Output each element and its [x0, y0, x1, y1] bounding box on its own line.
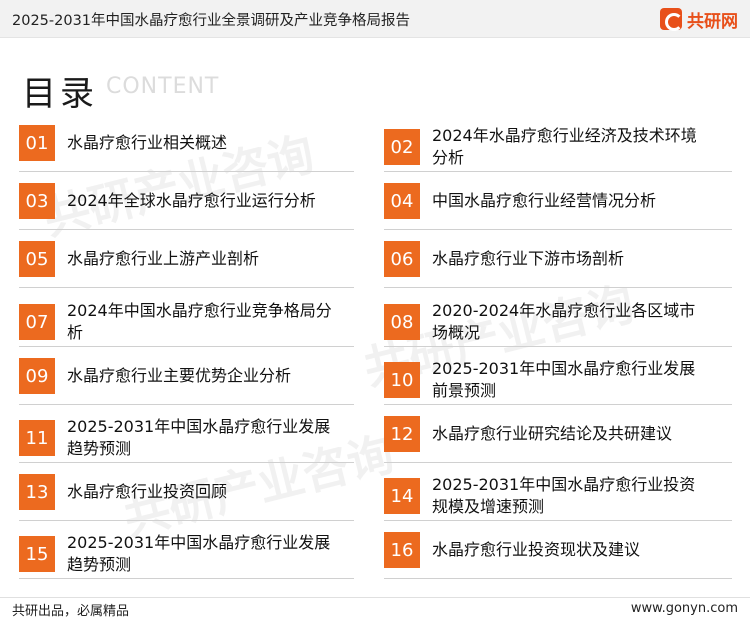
document-title: 2025-2031年中国水晶疗愈行业全景调研及产业竞争格局报告 [12, 13, 411, 29]
toc-entry-number: 14 [384, 478, 420, 514]
toc-entry-number: 03 [19, 183, 55, 219]
toc-entry[interactable]: 04 中国水晶疗愈行业经营情况分析 [384, 183, 734, 219]
toc-entry-label: 水晶疗愈行业投资现状及建议 [432, 540, 641, 559]
toc-entry-underline [19, 462, 354, 463]
toc-entry[interactable]: 16 水晶疗愈行业投资现状及建议 [384, 532, 734, 568]
toc-entry-label: 水晶疗愈行业主要优势企业分析 [67, 366, 292, 385]
toc-entry-number: 04 [384, 183, 420, 219]
toc-entry-number: 05 [19, 241, 55, 277]
toc-entry-number: 02 [384, 129, 420, 165]
toc-entry[interactable]: 08 2020-2024年水晶疗愈行业各区域市场概况 [384, 300, 734, 344]
toc-entry[interactable]: 11 2025-2031年中国水晶疗愈行业发展趋势预测 [19, 416, 349, 460]
brand-logo: 共研网 [660, 6, 738, 32]
toc-entry-underline [19, 346, 354, 347]
toc-entry-number: 08 [384, 304, 420, 340]
toc-entry-underline [384, 404, 732, 405]
brand-logo-icon [660, 8, 683, 31]
toc-entry-underline [384, 229, 732, 230]
toc-entry-underline [19, 578, 354, 579]
toc-entry-number: 07 [19, 304, 55, 340]
toc-entry-underline [19, 229, 354, 230]
toc-entry-underline [384, 171, 732, 172]
toc-entry[interactable]: 05 水晶疗愈行业上游产业剖析 [19, 241, 349, 277]
toc-entry-label: 2025-2031年中国水晶疗愈行业发展前景预测 [432, 359, 696, 400]
toc-entry-number: 10 [384, 362, 420, 398]
toc-entry-underline [19, 287, 354, 288]
toc-entry-number: 01 [19, 125, 55, 161]
footer-website: www.gonyn.com [630, 601, 738, 616]
toc-entry[interactable]: 12 水晶疗愈行业研究结论及共研建议 [384, 416, 734, 452]
toc-entry[interactable]: 15 2025-2031年中国水晶疗愈行业发展趋势预测 [19, 532, 349, 576]
toc-entry-label: 2024年中国水晶疗愈行业竞争格局分析 [67, 301, 332, 342]
toc-entry-underline [384, 346, 732, 347]
toc-entry-label: 2020-2024年水晶疗愈行业各区域市场概况 [432, 301, 696, 342]
toc-entry-underline [384, 462, 732, 463]
toc-entry-number: 12 [384, 416, 420, 452]
toc-entry[interactable]: 09 水晶疗愈行业主要优势企业分析 [19, 358, 349, 394]
toc-entry-number: 11 [19, 420, 55, 456]
toc-entry-label: 水晶疗愈行业上游产业剖析 [67, 249, 260, 268]
toc-heading: 目录 [22, 74, 98, 114]
toc-entry-label: 2024年水晶疗愈行业经济及技术环境分析 [432, 126, 697, 167]
footer-divider [0, 597, 750, 598]
toc-entry[interactable]: 06 水晶疗愈行业下游市场剖析 [384, 241, 734, 277]
toc-entry-label: 水晶疗愈行业投资回顾 [67, 482, 228, 501]
toc-entry-label: 2025-2031年中国水晶疗愈行业发展趋势预测 [67, 417, 331, 458]
toc-entry-number: 09 [19, 358, 55, 394]
toc-entry-label: 水晶疗愈行业下游市场剖析 [432, 249, 625, 268]
toc-entry[interactable]: 10 2025-2031年中国水晶疗愈行业发展前景预测 [384, 358, 734, 402]
toc-entry-label: 中国水晶疗愈行业经营情况分析 [432, 191, 657, 210]
toc-entry-label: 2024年全球水晶疗愈行业运行分析 [67, 191, 316, 210]
toc-entry[interactable]: 02 2024年水晶疗愈行业经济及技术环境分析 [384, 125, 734, 169]
toc-entry-number: 06 [384, 241, 420, 277]
toc-entry-number: 15 [19, 536, 55, 572]
toc-entry-underline [19, 520, 354, 521]
toc-entry-number: 16 [384, 532, 420, 568]
toc-entry-underline [19, 404, 354, 405]
toc-entry[interactable]: 01 水晶疗愈行业相关概述 [19, 125, 349, 161]
toc-entry-number: 13 [19, 474, 55, 510]
toc-entry-label: 2025-2031年中国水晶疗愈行业发展趋势预测 [67, 533, 331, 574]
toc-entry[interactable]: 07 2024年中国水晶疗愈行业竞争格局分析 [19, 300, 349, 344]
toc-entry-label: 水晶疗愈行业研究结论及共研建议 [432, 424, 673, 443]
footer-slogan: 共研出品，必属精品 [12, 604, 130, 619]
toc-entry-underline [384, 520, 732, 521]
toc-entry-underline [384, 578, 732, 579]
toc-entry-underline [384, 287, 732, 288]
header-bar: 2025-2031年中国水晶疗愈行业全景调研及产业竞争格局报告 共研网 [0, 0, 750, 38]
toc-entry[interactable]: 13 水晶疗愈行业投资回顾 [19, 474, 349, 510]
toc-entry-underline [19, 171, 354, 172]
toc-subheading: CONTENT [106, 74, 220, 99]
toc-entry-label: 水晶疗愈行业相关概述 [67, 133, 228, 152]
toc-entry[interactable]: 03 2024年全球水晶疗愈行业运行分析 [19, 183, 349, 219]
toc-entry[interactable]: 14 2025-2031年中国水晶疗愈行业投资规模及增速预测 [384, 474, 734, 518]
brand-name: 共研网 [687, 11, 738, 32]
toc-entry-label: 2025-2031年中国水晶疗愈行业投资规模及增速预测 [432, 475, 696, 516]
